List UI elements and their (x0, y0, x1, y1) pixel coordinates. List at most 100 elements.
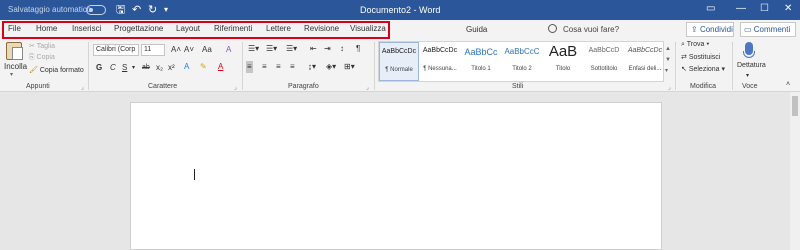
tab-home[interactable]: Home (36, 24, 57, 33)
dictate-dropdown-icon[interactable]: ▾ (746, 71, 749, 81)
styles-launcher-icon[interactable]: ⌟ (668, 84, 671, 91)
select-button[interactable]: ↖ Seleziona ▾ (681, 65, 725, 73)
format-painter-label: Copia formato (39, 67, 84, 74)
tab-layout[interactable]: Layout (176, 24, 200, 33)
cut-button[interactable]: ✂ Taglia (29, 42, 55, 50)
strikethrough-button[interactable]: ab (142, 63, 150, 73)
change-case-button[interactable]: Aa (202, 45, 212, 55)
tab-guida[interactable]: Guida (466, 25, 487, 34)
italic-button[interactable]: C (110, 63, 116, 73)
style-normal[interactable]: AaBbCcDc ¶ Normale (379, 42, 419, 81)
copy-icon: ⎘ (29, 54, 37, 61)
copy-button[interactable]: ⎘ Copia (29, 54, 55, 62)
document-area (0, 92, 800, 250)
tab-progettazione[interactable]: Progettazione (114, 24, 163, 33)
multilevel-list-icon[interactable]: ☰▾ (286, 44, 297, 54)
comments-button[interactable]: ▭ Commenti (740, 22, 796, 37)
underline-dropdown-icon[interactable]: ▾ (132, 63, 135, 73)
format-painter-button[interactable]: 🖌 Copia formato (29, 66, 84, 74)
highlight-icon[interactable]: ✎ (200, 62, 207, 72)
align-left-icon[interactable]: ≡ (246, 61, 253, 73)
autosave-label: Salvataggio automatico (8, 5, 92, 14)
customize-qat-icon[interactable]: ▾ (164, 3, 168, 17)
find-button[interactable]: ⌕ Trova ▾ (681, 41, 709, 49)
paste-button[interactable]: Incolla (4, 62, 27, 71)
tell-me-search[interactable]: Cosa vuoi fare? (563, 25, 619, 34)
search-icon (548, 24, 557, 33)
vertical-scrollbar[interactable] (790, 92, 800, 250)
style-sample: AaBbCcDc (381, 48, 417, 55)
shrink-font-button[interactable]: A˅ (184, 45, 194, 55)
grow-font-button[interactable]: A˄ (171, 45, 181, 55)
tab-revisione[interactable]: Revisione (304, 24, 339, 33)
group-label-editing: Modifica (690, 83, 717, 90)
collapse-ribbon-icon[interactable]: ˄ (786, 80, 790, 90)
justify-icon[interactable]: ≡ (290, 62, 295, 72)
tab-lettere[interactable]: Lettere (266, 24, 291, 33)
redo-icon[interactable]: ↻ (148, 3, 157, 17)
sort-icon[interactable]: ↕ (340, 44, 344, 54)
brush-icon: 🖌 (29, 67, 40, 74)
replace-button[interactable]: ⇄ Sostituisci (681, 53, 720, 61)
style-heading-1[interactable]: AaBbCc Titolo 1 (461, 42, 501, 81)
tab-riferimenti[interactable]: Riferimenti (214, 24, 252, 33)
save-icon[interactable]: 🖫 (116, 3, 125, 17)
line-spacing-icon[interactable]: ↨▾ (308, 62, 316, 72)
paste-icon[interactable] (6, 42, 23, 60)
style-no-spacing[interactable]: AaBbCcDc ¶ Nessuna... (420, 42, 460, 81)
increase-indent-icon[interactable]: ⇥ (324, 44, 331, 54)
close-button[interactable]: ✕ (784, 3, 792, 15)
copy-label: Copia (36, 54, 55, 61)
maximize-button[interactable]: ☐ (760, 3, 769, 15)
numbering-icon[interactable]: ☰▾ (266, 44, 277, 54)
show-marks-button[interactable]: ¶ (356, 44, 360, 54)
group-label-voice: Voce (742, 83, 758, 90)
style-name: Titolo 1 (471, 66, 491, 72)
style-sample: AaB (548, 43, 578, 60)
styles-gallery: AaBbCcDc ¶ Normale AaBbCcDc ¶ Nessuna...… (378, 41, 664, 82)
borders-icon[interactable]: ⊞▾ (344, 62, 355, 72)
paragraph-launcher-icon[interactable]: ⌟ (366, 84, 369, 91)
minimize-button[interactable]: — (736, 3, 746, 15)
style-heading-2[interactable]: AaBbCcC Titolo 2 (502, 42, 542, 81)
superscript-button[interactable]: x² (168, 63, 175, 73)
bold-button[interactable]: G (96, 63, 102, 73)
clear-formatting-button[interactable]: A (226, 45, 231, 55)
divider (242, 42, 243, 90)
ribbon-display-icon[interactable]: ▭ (706, 3, 715, 15)
tab-inserisci[interactable]: Inserisci (72, 24, 101, 33)
tab-visualizza[interactable]: Visualizza (350, 24, 386, 33)
align-center-icon[interactable]: ≡ (262, 62, 267, 72)
document-page[interactable] (130, 102, 662, 250)
font-name-combo[interactable]: Calibri (Corp (93, 44, 139, 56)
paste-dropdown-icon[interactable]: ▾ (10, 71, 13, 78)
text-effects-icon[interactable]: A (184, 62, 189, 72)
shading-icon[interactable]: ◈▾ (326, 62, 336, 72)
clipboard-launcher-icon[interactable]: ⌟ (81, 84, 84, 91)
subscript-button[interactable]: x₂ (156, 63, 163, 73)
underline-button[interactable]: S (122, 63, 127, 73)
share-button[interactable]: ⇪ Condividi (686, 22, 734, 37)
group-label-font: Carattere (148, 83, 178, 90)
styles-scroll-icon[interactable]: ▲ ▼ ▾ (665, 44, 671, 77)
font-launcher-icon[interactable]: ⌟ (234, 84, 237, 91)
style-sample: AaBbCcD (588, 47, 620, 54)
dictate-button[interactable]: Dettatura (737, 62, 766, 69)
document-title: Documento2 - Word (360, 5, 441, 15)
find-label: Trova (686, 41, 705, 48)
decrease-indent-icon[interactable]: ⇤ (310, 44, 317, 54)
autosave-toggle[interactable] (86, 5, 106, 15)
style-subtitle[interactable]: AaBbCcD Sottotitolo (584, 42, 624, 81)
undo-icon[interactable]: ↶ (132, 3, 141, 17)
style-subtle-emphasis[interactable]: AaBbCcDc Enfasi deli... (625, 42, 665, 81)
title-bar: Salvataggio automatico 🖫 ↶ ↻ ▾ Documento… (0, 0, 800, 20)
font-size-combo[interactable]: 11 (141, 44, 165, 56)
style-title[interactable]: AaB Titolo (543, 42, 583, 81)
tab-file[interactable]: File (8, 24, 21, 33)
font-color-icon[interactable]: A (218, 62, 223, 72)
align-right-icon[interactable]: ≡ (276, 62, 281, 72)
scrollbar-thumb[interactable] (792, 96, 798, 116)
style-sample: AaBbCcDc (422, 47, 458, 54)
comments-label: Commenti (753, 25, 791, 34)
bullets-icon[interactable]: ☰▾ (248, 44, 259, 54)
